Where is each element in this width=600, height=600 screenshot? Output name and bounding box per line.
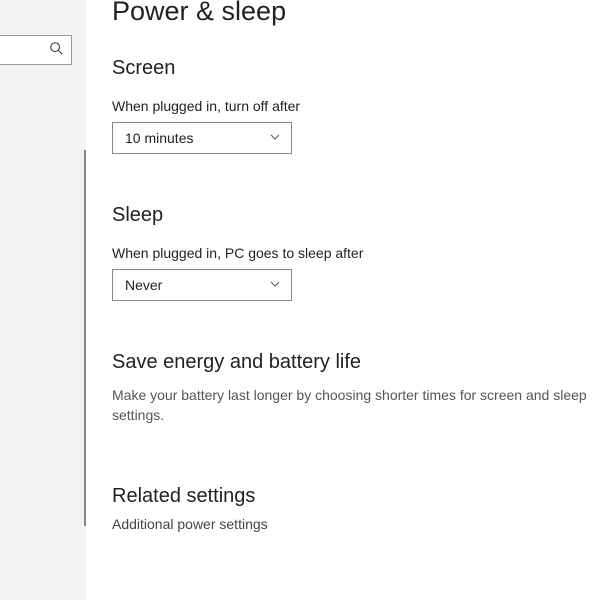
energy-section-heading: Save energy and battery life <box>112 351 600 374</box>
nav-selection-indicator <box>84 150 86 526</box>
sleep-section-heading: Sleep <box>112 204 600 227</box>
screen-timeout-value: 10 minutes <box>125 130 193 146</box>
screen-plugged-label: When plugged in, turn off after <box>112 98 600 114</box>
sleep-timeout-value: Never <box>125 277 162 293</box>
search-icon <box>49 41 63 60</box>
sleep-plugged-label: When plugged in, PC goes to sleep after <box>112 245 600 261</box>
chevron-down-icon <box>269 277 281 293</box>
search-input[interactable] <box>0 35 72 65</box>
screen-timeout-select[interactable]: 10 minutes <box>112 122 292 154</box>
screen-section-heading: Screen <box>112 57 600 80</box>
settings-content: Power & sleep Screen When plugged in, tu… <box>86 0 600 600</box>
chevron-down-icon <box>269 130 281 146</box>
energy-description: Make your battery last longer by choosin… <box>112 386 592 425</box>
page-title: Power & sleep <box>112 0 600 27</box>
sleep-timeout-select[interactable]: Never <box>112 269 292 301</box>
related-settings-heading: Related settings <box>112 485 600 508</box>
additional-power-settings-link[interactable]: Additional power settings <box>112 516 600 532</box>
settings-sidebar <box>0 0 86 600</box>
